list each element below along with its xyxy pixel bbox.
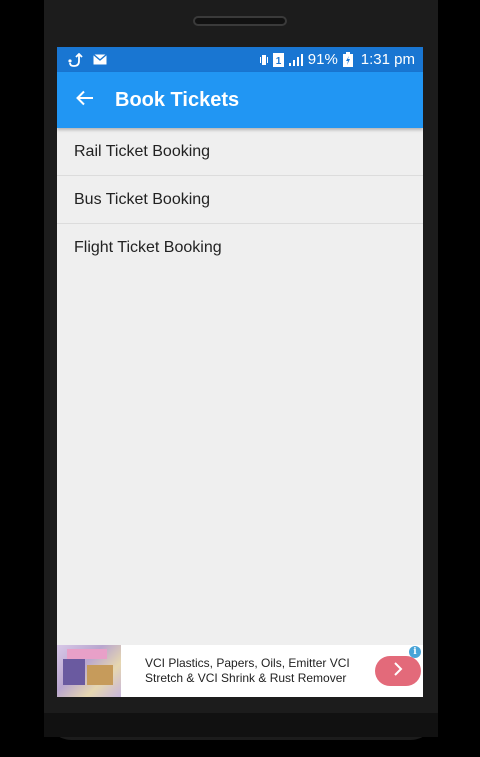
ad-product-image xyxy=(57,645,121,697)
vibrate-icon xyxy=(259,53,268,67)
battery-charging-icon xyxy=(342,52,353,67)
back-button[interactable] xyxy=(61,76,109,124)
signal-icon xyxy=(288,53,303,66)
status-bar: 1 91% 1:31 pm xyxy=(57,47,423,72)
ad-open-button[interactable] xyxy=(375,656,421,686)
screen: 1 91% 1:31 pm Book Tickets Rail Ticket B… xyxy=(57,47,423,697)
page-title: Book Tickets xyxy=(115,88,240,111)
chevron-right-icon xyxy=(393,661,403,681)
list-item-label: Rail Ticket Booking xyxy=(74,142,211,160)
ad-text: VCI Plastics, Papers, Oils, Emitter VCI … xyxy=(121,656,375,686)
battery-percent: 91% xyxy=(307,51,338,68)
list-item-label: Flight Ticket Booking xyxy=(74,239,222,256)
app-bar: Book Tickets xyxy=(57,72,423,128)
phone-bottom-bezel xyxy=(44,713,438,737)
ad-line-2: Stretch & VCI Shrink & Rust Remover xyxy=(145,671,347,685)
booking-list: Rail Ticket Booking Bus Ticket Booking F… xyxy=(57,128,423,272)
list-item-label: Bus Ticket Booking xyxy=(74,190,211,208)
ad-banner[interactable]: VCI Plastics, Papers, Oils, Emitter VCI … xyxy=(57,645,423,697)
svg-text:1: 1 xyxy=(275,56,281,67)
list-item-bus-ticket-booking[interactable]: Bus Ticket Booking xyxy=(57,176,423,224)
arrow-left-icon xyxy=(76,90,94,111)
clock: 1:31 pm xyxy=(360,51,415,68)
ad-line-1: VCI Plastics, Papers, Oils, Emitter VCI xyxy=(145,656,350,670)
usb-debug-icon xyxy=(67,52,83,67)
phone-speaker xyxy=(193,16,287,26)
ad-info-icon[interactable]: i xyxy=(409,646,421,658)
list-item-flight-ticket-booking[interactable]: Flight Ticket Booking xyxy=(57,224,423,272)
mail-icon xyxy=(93,54,107,65)
list-item-rail-ticket-booking[interactable]: Rail Ticket Booking xyxy=(57,128,423,176)
sim-icon: 1 xyxy=(272,52,284,67)
